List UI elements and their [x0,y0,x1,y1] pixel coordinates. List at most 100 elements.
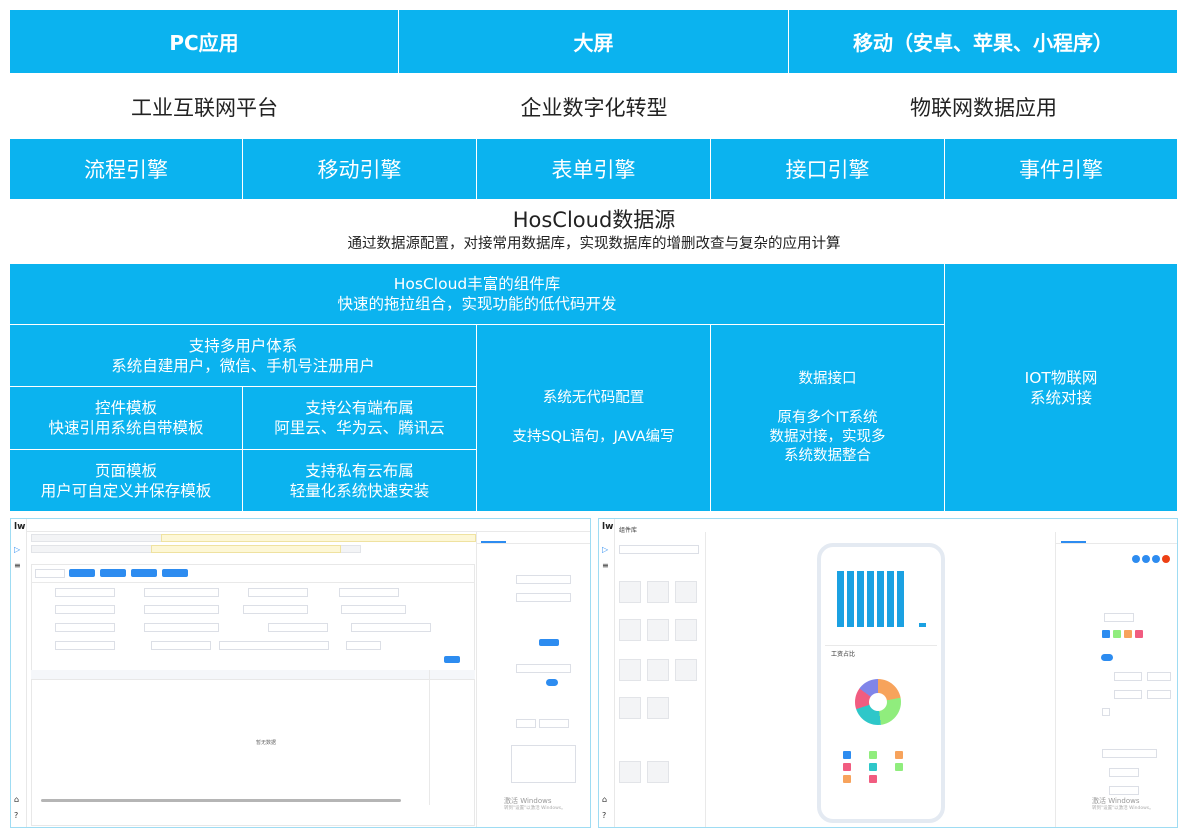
public-cloud-cell: 支持公有端布属 阿里云、华为云、腾讯云 [243,387,477,450]
field-6[interactable] [144,605,219,614]
engine-mobile-label: 移动引擎 [317,158,402,182]
export-button[interactable] [131,569,157,577]
field-7[interactable] [243,605,308,614]
digital-transform-label: 企业数字化转型 [520,95,668,120]
component-search[interactable] [619,545,699,554]
mobile-designer-screenshot: lw ▷ ≡ ⌂ ? 组件库 工资占比 激活 Windows 转到"设置"以激活… [598,518,1178,828]
form-designer-screenshot: lw ▷ ≡ ⌂ ? 暂无数据 激活 Windows 转到"设置"以激活 Win… [10,518,591,828]
field-4[interactable] [339,588,399,597]
chart-divider [825,645,937,646]
field-3[interactable] [248,588,308,597]
multi-user-desc: 系统自建用户，微信、手机号注册用户 [111,356,375,375]
legend-swatch-2 [869,751,877,759]
private-cloud-cell: 支持私有云布属 轻量化系统快速安装 [243,450,477,512]
right-prop-field-6[interactable] [1102,749,1157,758]
delete-button[interactable] [162,569,188,577]
print-template-button[interactable] [539,639,559,646]
page-template-cell: 页面模板 用户可自定义并保存模板 [10,450,243,512]
legend-swatch-4 [843,763,851,771]
public-cloud-title: 支持公有端布属 [305,399,414,417]
field-13[interactable] [55,641,115,650]
public-cloud-desc: 阿里云、华为云、腾讯云 [274,419,445,437]
right-prop-field-2[interactable] [1114,672,1142,681]
right-layers-icon: ≡ [602,561,609,570]
tile-13[interactable] [647,761,669,783]
field-15[interactable] [219,641,329,650]
right-prop-field-8[interactable] [1109,786,1139,795]
big-screen-cell: 大屏 [399,10,789,74]
prop-field-1[interactable] [516,575,571,584]
engine-api: 接口引擎 [711,139,945,200]
prop-field-2[interactable] [516,593,571,602]
form-header-divider [31,582,475,583]
help-icon: ? [14,811,19,820]
color-swatch-2[interactable] [1113,630,1121,638]
engine-form-label: 表单引擎 [551,158,636,182]
top-divider [27,531,590,532]
component-library-desc: 快速的拖拉组合，实现功能的低代码开发 [337,295,617,313]
tile-1[interactable] [619,581,641,603]
search-button[interactable] [444,656,460,663]
properties-divider [476,532,477,827]
field-1[interactable] [55,588,115,597]
field-2[interactable] [144,588,219,597]
prop-action-3[interactable] [1152,555,1160,563]
color-swatch-1[interactable] [1102,630,1110,638]
control-template-desc: 快速引用系统自带模板 [48,419,204,437]
pc-app-label: PC应用 [169,31,239,55]
table-header [31,670,475,680]
right-prop-field-1[interactable] [1104,613,1134,622]
tile-6[interactable] [675,619,697,641]
legend-swatch-3 [895,751,903,759]
prop-field-4[interactable] [516,719,536,728]
horizontal-scrollbar[interactable] [41,799,401,802]
bar-7 [897,571,904,627]
color-swatch-4[interactable] [1135,630,1143,638]
tile-4[interactable] [619,619,641,641]
table-fixed-column-divider [429,670,430,805]
right-prop-field-4[interactable] [1114,690,1142,699]
field-11[interactable] [268,623,328,632]
field-12[interactable] [351,623,431,632]
right-prop-field-7[interactable] [1109,768,1139,777]
data-api-cell: 数据接口 原有多个IT系统 数据对接，实现多 系统数据整合 [711,325,945,512]
properties-active-tab[interactable] [481,541,506,543]
prop-field-3[interactable] [516,664,571,673]
tile-7[interactable] [619,659,641,681]
tile-12[interactable] [619,761,641,783]
component-library-title: HosCloud丰富的组件库 [393,275,561,293]
color-swatch-3[interactable] [1124,630,1132,638]
field-9[interactable] [55,623,115,632]
tile-5[interactable] [647,619,669,641]
bar-6 [887,571,894,627]
right-checkbox[interactable] [1102,708,1110,716]
engine-event: 事件引擎 [945,139,1178,200]
mobile-cell: 移动（安卓、苹果、小程序） [789,10,1178,74]
prop-textarea[interactable] [511,745,576,783]
edit-button[interactable] [100,569,126,577]
right-logo-icon: lw [602,522,614,532]
right-properties-active-tab[interactable] [1061,541,1086,543]
tile-9[interactable] [675,659,697,681]
field-8[interactable] [341,605,406,614]
tile-10[interactable] [619,697,641,719]
field-5[interactable] [55,605,115,614]
add-button[interactable] [69,569,95,577]
legend-toggle[interactable] [1101,654,1113,661]
prop-action-2[interactable] [1142,555,1150,563]
field-16[interactable] [346,641,381,650]
tile-3[interactable] [675,581,697,603]
tile-8[interactable] [647,659,669,681]
field-10[interactable] [144,623,219,632]
field-14[interactable] [151,641,211,650]
right-prop-field-5[interactable] [1147,690,1171,699]
bar-4 [867,571,874,627]
prop-field-5[interactable] [539,719,569,728]
prop-action-1[interactable] [1132,555,1140,563]
play-icon: ▷ [14,545,21,554]
right-prop-field-3[interactable] [1147,672,1171,681]
prop-action-4[interactable] [1162,555,1170,563]
tile-2[interactable] [647,581,669,603]
tile-11[interactable] [647,697,669,719]
print-toggle[interactable] [546,679,558,686]
